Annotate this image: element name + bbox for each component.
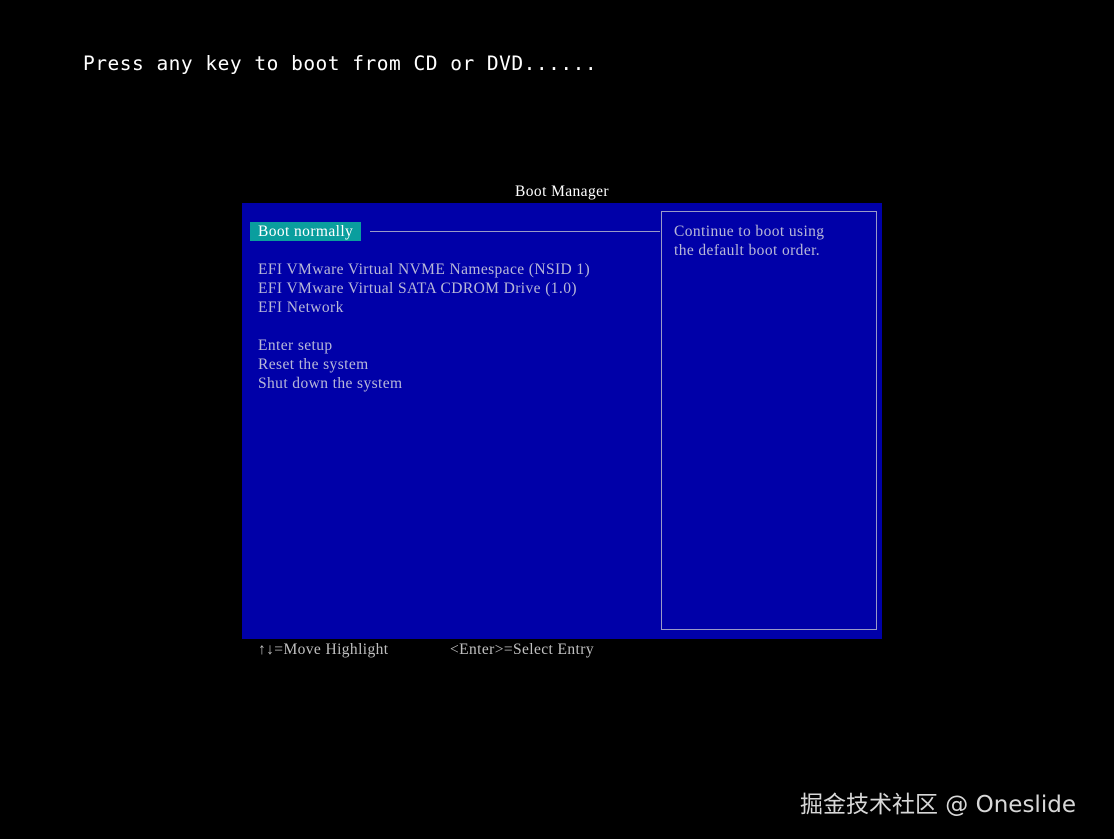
footer-move-hint: ↑↓=Move Highlight [258,641,389,658]
menu-item-efi-sata-cdrom[interactable]: EFI VMware Virtual SATA CDROM Drive (1.0… [258,279,577,298]
selection-divider-line [370,231,660,232]
help-text-line-2: the default boot order. [674,242,821,259]
watermark-text: 掘金技术社区 @ Oneslide [800,792,1076,818]
footer-select-hint: <Enter>=Select Entry [450,641,594,658]
menu-item-boot-normally[interactable]: Boot normally [250,222,362,241]
boot-manager-title: Boot Manager [515,183,609,200]
help-description-box: Continue to boot using the default boot … [661,211,877,630]
menu-item-enter-setup[interactable]: Enter setup [258,336,333,355]
menu-item-shut-down-system[interactable]: Shut down the system [258,374,403,393]
menu-item-efi-nvme[interactable]: EFI VMware Virtual NVME Namespace (NSID … [258,260,590,279]
menu-item-reset-system[interactable]: Reset the system [258,355,369,374]
boot-from-cd-prompt: Press any key to boot from CD or DVD....… [83,52,598,75]
boot-manager-panel: Boot normally EFI VMware Virtual NVME Na… [242,203,882,639]
help-text-line-1: Continue to boot using [674,223,825,240]
menu-item-efi-network[interactable]: EFI Network [258,298,344,317]
